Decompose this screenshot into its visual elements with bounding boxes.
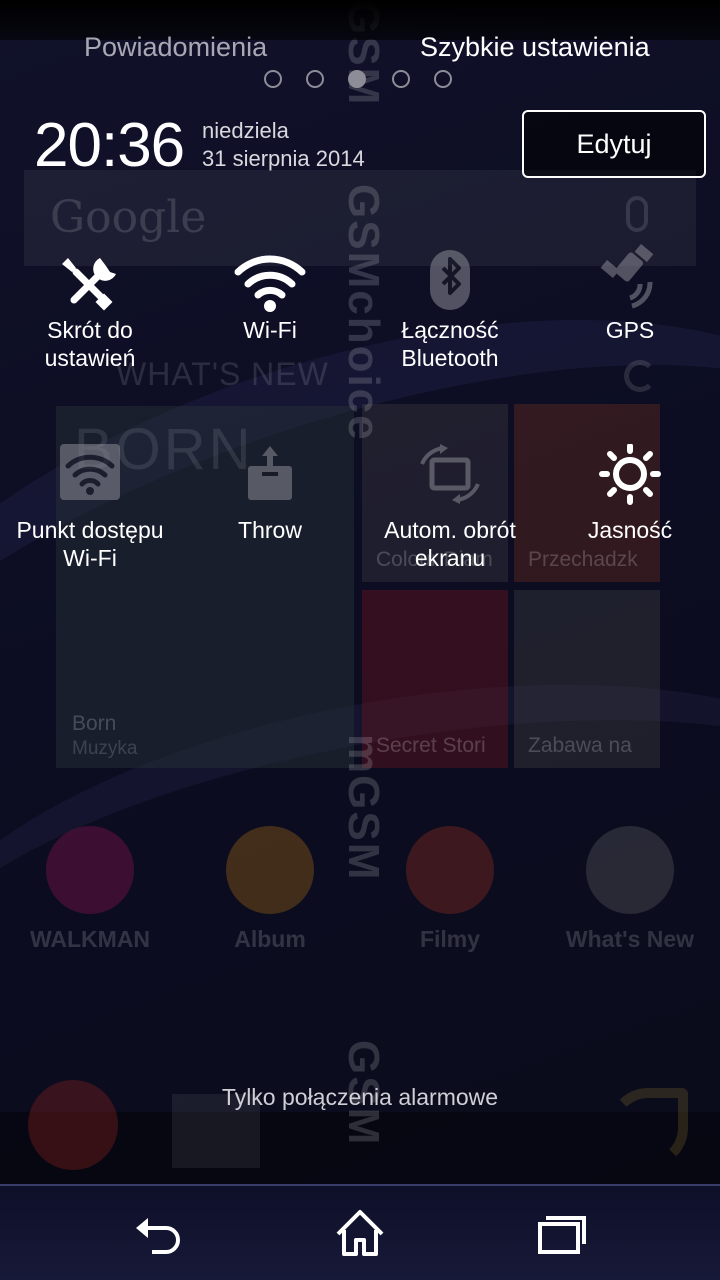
app-label: What's New xyxy=(565,926,695,952)
qs-brightness[interactable]: Jasność xyxy=(540,444,720,574)
qs-label: Throw xyxy=(238,517,302,543)
rotate-icon xyxy=(420,444,480,504)
page-dot xyxy=(306,70,324,88)
qs-label: GPS xyxy=(605,317,655,343)
back-icon[interactable] xyxy=(130,1206,190,1262)
movies-app-icon xyxy=(406,826,494,914)
shade-tabs: Powiadomienia Szybkie ustawienia xyxy=(0,28,720,72)
recent-apps-icon[interactable] xyxy=(530,1206,590,1262)
qs-throw[interactable]: Throw xyxy=(180,444,360,574)
page-dot-active xyxy=(348,70,366,88)
google-logo: Google xyxy=(50,192,207,243)
qs-label: Jasność xyxy=(587,517,673,543)
qs-label: Wi-Fi xyxy=(243,317,297,343)
qs-wifi-hotspot[interactable]: Punkt dostępu Wi-Fi xyxy=(0,444,180,574)
hotspot-icon xyxy=(60,444,120,500)
content-tile: Zabawa na xyxy=(514,590,660,768)
page-dot xyxy=(264,70,282,88)
tile-label: Secret Stori xyxy=(376,734,486,757)
tab-notifications[interactable]: Powiadomienia xyxy=(84,32,267,63)
app-label: WALKMAN xyxy=(29,926,151,952)
clock[interactable]: 20:36 xyxy=(34,110,185,181)
qs-label: Autom. obrót ekranu xyxy=(384,517,516,571)
bluetooth-icon xyxy=(430,250,470,310)
walkman-app-icon xyxy=(46,826,134,914)
qs-settings-shortcut[interactable]: Skrót do ustawień xyxy=(0,244,180,374)
qs-bluetooth[interactable]: Łączność Bluetooth xyxy=(360,244,540,374)
music-tile-subtitle: Muzyka xyxy=(72,738,138,759)
app-label: Filmy xyxy=(419,926,481,952)
throw-icon xyxy=(248,446,292,500)
mic-icon xyxy=(626,196,648,232)
navigation-bar xyxy=(0,1184,720,1280)
app-label: Album xyxy=(234,926,306,952)
qs-auto-rotate[interactable]: Autom. obrót ekranu xyxy=(360,444,540,574)
qs-wifi[interactable]: Wi-Fi xyxy=(180,244,360,374)
tile-label: Zabawa na xyxy=(528,734,632,757)
qs-label: Punkt dostępu Wi-Fi xyxy=(16,517,164,571)
qs-gps[interactable]: GPS xyxy=(540,244,720,374)
page-dot xyxy=(434,70,452,88)
music-tile-title: Born xyxy=(72,712,117,735)
page-dot xyxy=(392,70,410,88)
album-app-icon xyxy=(226,826,314,914)
brightness-icon xyxy=(599,444,661,505)
qs-label: Skrót do ustawień xyxy=(44,317,136,371)
home-icon[interactable] xyxy=(330,1206,390,1262)
tab-quick-settings[interactable]: Szybkie ustawienia xyxy=(420,32,650,63)
tools-icon xyxy=(62,258,116,311)
gps-icon xyxy=(600,244,654,309)
qs-label: Łączność Bluetooth xyxy=(401,317,499,371)
whats-new-app-icon xyxy=(586,826,674,914)
edit-button[interactable]: Edytuj xyxy=(522,110,706,178)
weekday: niedziela xyxy=(202,118,289,143)
wifi-icon xyxy=(234,255,306,312)
date: 31 sierpnia 2014 xyxy=(202,146,365,171)
emergency-calls-only-text: Tylko połączenia alarmowe xyxy=(221,1084,499,1110)
watermark: mGSM xyxy=(339,734,388,882)
